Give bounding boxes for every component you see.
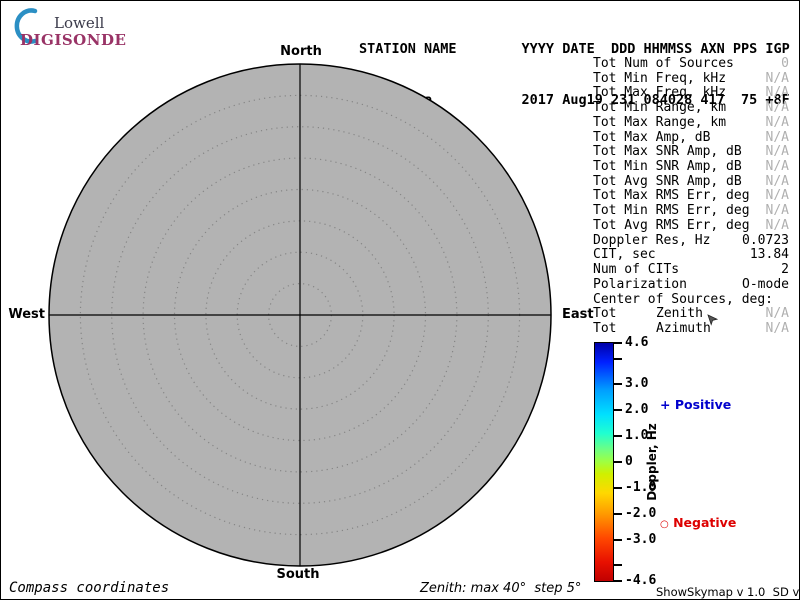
- logo-lowell-text: Lowell: [54, 14, 104, 32]
- stat-value: 0.0723: [742, 234, 789, 249]
- stat-label: CIT, sec: [593, 248, 656, 263]
- digisonde-logo: Lowell DIGISONDE: [7, 5, 237, 49]
- stats-row: Tot Max Freq, kHz N/A: [593, 86, 789, 101]
- stat-value: O-mode: [742, 278, 789, 293]
- stat-label: Num of CITs: [593, 263, 679, 278]
- colorbar-tick: [614, 564, 622, 566]
- stat-label: Tot Avg SNR Amp, dB: [593, 175, 742, 190]
- colorbar-tick: [614, 435, 622, 437]
- stat-value: N/A: [766, 101, 789, 116]
- colorbar-tick: [614, 409, 622, 411]
- stats-row: Tot Zenith N/A: [593, 307, 789, 322]
- stats-row: Tot Max RMS Err, deg N/A: [593, 189, 789, 204]
- stat-label: Tot Max Amp, dB: [593, 131, 710, 146]
- zenith-range-label: Zenith: max 40° step 5°: [420, 581, 581, 596]
- stats-row: Polarization O-mode: [593, 278, 789, 293]
- stat-label: Tot Min Freq, kHz: [593, 72, 726, 87]
- stat-value: N/A: [766, 189, 789, 204]
- stat-label: Tot Min SNR Amp, dB: [593, 160, 742, 175]
- stat-value: 13.84: [750, 248, 789, 263]
- colorbar-axis-title: Doppler, Hz: [645, 423, 659, 501]
- stat-label: Tot Min RMS Err, deg: [593, 204, 750, 219]
- stat-label: Polarization: [593, 278, 687, 293]
- mouse-cursor-icon: [707, 314, 718, 326]
- colorbar-tick: [614, 513, 622, 515]
- stat-sublabel: Zenith: [656, 307, 703, 322]
- stat-value: N/A: [766, 175, 789, 190]
- compass-label-east: East: [562, 307, 594, 322]
- stat-value: N/A: [766, 131, 789, 146]
- stats-row: Tot Min Range, km N/A: [593, 101, 789, 116]
- stats-row: Tot Avg RMS Err, deg N/A: [593, 219, 789, 234]
- skymap-plot: [45, 60, 555, 570]
- stats-row: Tot Num of Sources 0: [593, 57, 789, 72]
- stat-label: Tot Min Range, km: [593, 101, 726, 116]
- logo-digisonde-text: DIGISONDE: [20, 31, 126, 49]
- version-label: ShowSkymap v 1.0 SD v 4.2: [656, 585, 800, 599]
- stats-row: Tot Min RMS Err, deg N/A: [593, 204, 789, 219]
- colorbar-tick: [614, 580, 622, 582]
- colorbar-tick: [614, 539, 622, 541]
- stat-label: Tot Max RMS Err, deg: [593, 189, 750, 204]
- colorbar-tick: [614, 487, 622, 489]
- compass-label-west: West: [5, 307, 45, 322]
- stat-value: N/A: [766, 322, 789, 337]
- stats-row: Tot Max Range, km N/A: [593, 116, 789, 131]
- stats-row: Tot Min SNR Amp, dB N/A: [593, 160, 789, 175]
- legend-negative: ○ Negative: [660, 515, 736, 530]
- colorbar-tick: [614, 342, 622, 344]
- stat-label: Center of Sources, deg:: [593, 293, 773, 308]
- coordinate-system-label: Compass coordinates: [9, 580, 169, 596]
- stat-label: Tot: [593, 322, 616, 337]
- colorbar-tick: [614, 358, 622, 360]
- stat-label: Tot Max Freq, kHz: [593, 86, 726, 101]
- compass-label-north: North: [273, 44, 329, 59]
- stats-row: Tot Max Amp, dB N/A: [593, 131, 789, 146]
- stat-label: Doppler Res, Hz: [593, 234, 710, 249]
- stat-value: 0: [781, 57, 789, 72]
- stat-label: Tot Avg RMS Err, deg: [593, 219, 750, 234]
- circle-marker-icon: ○: [660, 519, 669, 530]
- stats-row: Tot Avg SNR Amp, dB N/A: [593, 175, 789, 190]
- colorbar-tick-label: 4.6: [625, 335, 667, 350]
- stat-value: N/A: [766, 72, 789, 87]
- stat-value: N/A: [766, 145, 789, 160]
- stats-panel: Tot Num of Sources0Tot Min Freq, kHzN/AT…: [593, 57, 789, 337]
- stat-value: N/A: [766, 204, 789, 219]
- stat-label: Tot Max Range, km: [593, 116, 726, 131]
- stat-value: 2: [781, 263, 789, 278]
- colorbar-tick: [614, 461, 622, 463]
- legend-positive-label: Positive: [675, 397, 731, 412]
- stats-row: Tot Max SNR Amp, dB N/A: [593, 145, 789, 160]
- stats-row: Num of CITs 2: [593, 263, 789, 278]
- colorbar-tick-label: -3.0: [625, 532, 667, 547]
- colorbar-tick-label: 3.0: [625, 376, 667, 391]
- stats-row: Tot Min Freq, kHz N/A: [593, 72, 789, 87]
- colorbar-tick: [614, 383, 622, 385]
- doppler-colorbar: 4.63.02.01.00-1.0-2.0-3.0-4.6: [594, 342, 614, 582]
- stat-value: N/A: [766, 86, 789, 101]
- legend-negative-label: Negative: [673, 515, 736, 530]
- stat-label: Tot Num of Sources: [593, 57, 734, 72]
- stats-row: CIT, sec 13.84: [593, 248, 789, 263]
- stats-row: Center of Sources, deg:: [593, 293, 789, 308]
- showskymap-window: Lowell DIGISONDE STATION NAME YYYY DATE …: [0, 0, 800, 600]
- stat-value: N/A: [766, 116, 789, 131]
- stat-label: Tot: [593, 307, 616, 322]
- stat-value: N/A: [766, 219, 789, 234]
- stat-label: Tot Max SNR Amp, dB: [593, 145, 742, 160]
- stat-value: N/A: [766, 160, 789, 175]
- plus-marker-icon: +: [660, 397, 670, 412]
- legend-positive: + Positive: [660, 397, 731, 412]
- stats-row: Doppler Res, Hz 0.0723: [593, 234, 789, 249]
- stats-row: TotAzimuthN/A: [593, 322, 789, 337]
- stat-value: N/A: [766, 307, 789, 322]
